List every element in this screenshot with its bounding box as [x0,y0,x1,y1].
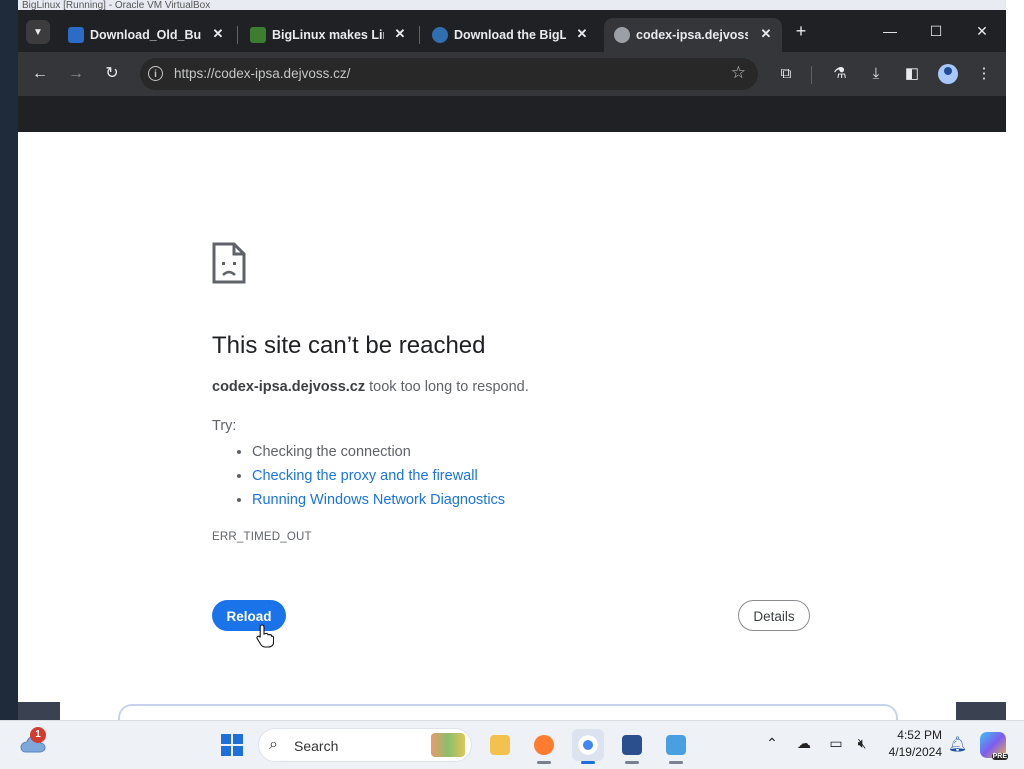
running-indicator [625,761,639,764]
chevron-down-icon: ▼ [33,26,43,38]
tab-favicon [432,27,448,43]
tab-title: Download_Old_Build [90,28,202,42]
start-tile [233,734,243,744]
tab-title: codex-ipsa.dejvoss.cz [636,28,748,42]
display-icon[interactable]: ▭ [826,735,846,752]
error-description-text: took too long to respond. [365,379,529,395]
running-indicator [581,761,595,764]
clock-time: 4:52 PM [897,728,942,742]
virtualbox-app-icon[interactable] [616,729,648,764]
tab-codex-ipsa[interactable]: codex-ipsa.dejvoss.cz ✕ [604,18,782,52]
cloud-offline-icon[interactable]: ☁ [794,735,814,752]
tab-download-old-build[interactable]: Download_Old_Build ✕ [58,18,234,52]
tab-title: Download the BigLinux [454,28,566,42]
start-tile [221,746,231,756]
close-icon[interactable]: ✕ [392,26,408,42]
chrome-icon[interactable] [572,729,604,764]
copilot-icon[interactable]: PRE [980,732,1008,760]
profile-avatar[interactable] [938,64,958,84]
side-panel-icon[interactable]: ◧ [900,62,924,86]
sad-page-icon [212,242,246,284]
running-indicator [537,761,551,764]
tab-title: BigLinux makes Linux [272,28,384,42]
tab-separator [419,26,420,44]
close-icon[interactable]: ✕ [210,26,226,42]
details-button[interactable]: Details [738,600,810,631]
reload-toolbar-button[interactable]: ↻ [100,62,124,86]
globe-icon [614,27,630,43]
start-tile [221,734,231,744]
bell-icon[interactable]: 🔔︎ [948,735,967,753]
chevron-up-icon[interactable]: ⌃ [762,735,782,752]
clock-date: 4/19/2024 [888,745,942,759]
system-clock[interactable]: 4:52 PM 4/19/2024 [880,727,942,761]
proxy-firewall-link[interactable]: Checking the proxy and the firewall [252,468,478,484]
notification-badge: 1 [30,727,46,743]
site-info-icon[interactable]: i [148,66,163,81]
firefox-icon[interactable] [528,729,560,764]
taskbar-search-box[interactable]: ⌕ Search [258,728,472,762]
tab-biglinux[interactable]: BigLinux makes Linux ✕ [240,18,416,52]
error-code: ERR_TIMED_OUT [212,531,312,543]
error-description: codex-ipsa.dejvoss.cz took too long to r… [212,379,529,395]
desktop-background-right [1006,0,1024,720]
extensions-icon[interactable]: ⧉ [774,62,798,86]
tab-strip: ▼ Download_Old_Build ✕ BigLinux makes Li… [18,10,1006,52]
download-icon[interactable]: ⤓ [864,62,888,86]
search-icon: ⌕ [269,736,278,753]
taskbar: 1 ⌕ Search ⌃ ☁ ▭ 🔇︎ 4:52 PM 4/19/2024 🔔︎… [0,720,1024,769]
running-indicator [669,761,683,764]
error-host: codex-ipsa.dejvoss.cz [212,379,366,395]
minimize-button[interactable]: — [876,20,904,42]
new-tab-button[interactable]: + [792,22,810,40]
close-icon[interactable]: ✕ [758,26,774,42]
error-page: This site can’t be reached codex-ipsa.de… [18,132,1006,702]
forward-button[interactable]: → [64,62,88,86]
vm-window-app-icon[interactable] [660,729,692,764]
suggestion-list: Checking the connection Checking the pro… [212,440,505,512]
error-title: This site can’t be reached [212,332,486,359]
back-button[interactable]: ← [28,62,52,86]
labs-flask-icon[interactable]: ⚗ [828,62,852,86]
tab-search-button[interactable]: ▼ [26,20,50,44]
maximize-button[interactable]: ☐ [922,20,950,42]
sound-muted-icon[interactable]: 🔇︎ [852,735,872,752]
search-highlight-icon [431,733,465,757]
browser-toolbar: ← → ↻ i https://codex-ipsa.dejvoss.cz/ ☆… [18,52,1006,96]
file-explorer-icon[interactable] [484,729,516,761]
close-icon[interactable]: ✕ [574,26,590,42]
suggestion-network-diagnostics: Running Windows Network Diagnostics [252,488,505,512]
windows-start-button[interactable] [221,734,243,756]
address-url[interactable]: https://codex-ipsa.dejvoss.cz/ [174,66,350,81]
start-tile [233,746,243,756]
network-diagnostics-link[interactable]: Running Windows Network Diagnostics [252,492,505,508]
copilot-badge: PRE [991,753,1008,760]
suggestion-check-proxy: Checking the proxy and the firewall [252,464,505,488]
suggestion-check-connection: Checking the connection [252,440,505,464]
tab-separator [237,26,238,44]
desktop-background-left [0,0,18,720]
bookmark-star-icon[interactable]: ☆ [731,63,746,83]
tab-download-biglinux[interactable]: Download the BigLinux ✕ [422,18,598,52]
hand-pointer-cursor-icon [256,624,274,648]
address-bar[interactable]: i https://codex-ipsa.dejvoss.cz/ ☆ [140,58,758,90]
reload-button[interactable]: Reload [212,600,286,631]
browser-window: ▼ Download_Old_Build ✕ BigLinux makes Li… [18,10,1006,132]
try-label: Try: [212,418,237,434]
toolbar-separator [811,66,812,84]
menu-kebab-icon[interactable]: ⋮ [972,62,996,86]
close-window-button[interactable]: ✕ [968,20,996,42]
taskbar-search-label: Search [294,738,339,754]
tab-favicon [250,27,266,43]
tab-favicon [68,27,84,43]
